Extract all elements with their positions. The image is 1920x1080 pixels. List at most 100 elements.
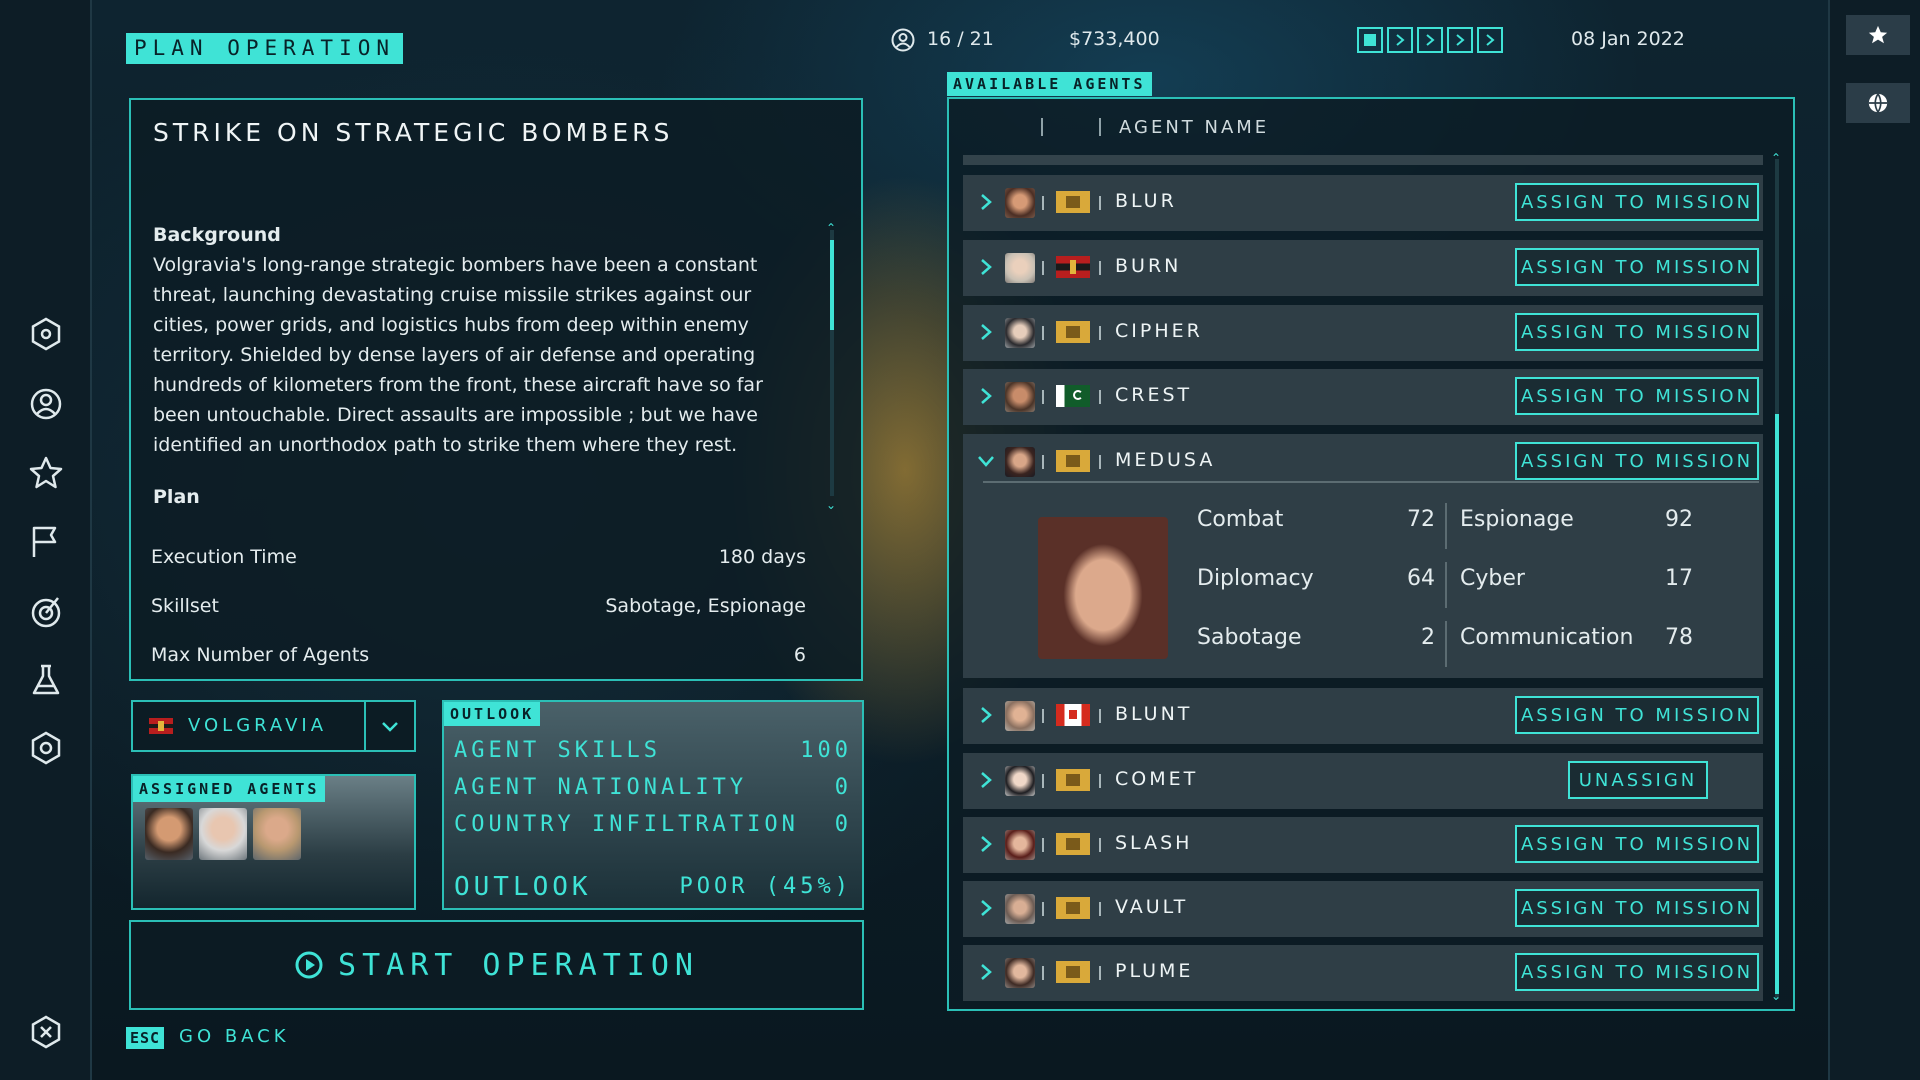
flag-icon[interactable] [26,522,66,562]
agent-portrait [1005,894,1035,924]
agent-row-comet[interactable]: COMET UNASSIGN [963,753,1763,809]
right-rail [1828,0,1920,1080]
expand-chevron-icon[interactable] [975,767,997,793]
agent-portrait [1005,701,1035,731]
country-select[interactable]: VOLGRAVIA [131,700,416,752]
divider [1042,838,1044,852]
expand-chevron-icon[interactable] [975,254,997,280]
info-value: 180 days [718,546,806,568]
scroll-down-icon[interactable]: ⌄ [1771,989,1781,1003]
assign-to-mission-button[interactable]: ASSIGN TO MISSION [1515,825,1759,863]
expand-chevron-icon[interactable] [975,319,997,345]
speed-1-button[interactable] [1387,27,1413,53]
play-icon [295,951,323,979]
agent-row-blunt[interactable]: BLUNT ASSIGN TO MISSION [963,688,1763,744]
stat-value: 72 [1407,507,1435,532]
page-title: PLAN OPERATION [126,33,404,64]
expand-chevron-icon[interactable] [975,702,997,728]
chevron-right-icon [1426,34,1435,46]
pause-icon [1364,34,1376,46]
background-heading: Background [153,224,281,246]
expand-chevron-icon[interactable] [975,831,997,857]
go-back-button[interactable]: GO BACK [179,1026,290,1047]
outlook-label: COUNTRY INFILTRATION [454,812,799,837]
column-header-agent-name[interactable]: AGENT NAME [1119,117,1269,138]
outlook-summary: OUTLOOK POOR (45%) [454,872,852,902]
unassign-button[interactable]: UNASSIGN [1568,761,1708,799]
mission-description[interactable]: Background Volgravia's long-range strate… [153,220,773,508]
agent-name: CIPHER [1115,320,1203,342]
info-label: Skillset [151,595,219,617]
expand-chevron-icon[interactable] [975,383,997,409]
agent-portrait [1005,382,1035,412]
divider [1042,455,1044,469]
speed-4-button[interactable] [1477,27,1503,53]
assign-to-mission-button[interactable]: ASSIGN TO MISSION [1515,953,1759,991]
assigned-agents-title: ASSIGNED AGENTS [133,776,326,802]
divider [1099,902,1101,916]
agent-details-medusa: Combat 72 Espionage 92 Diplomacy 64 Cybe… [963,481,1763,678]
divider [1099,709,1101,723]
assign-to-mission-button[interactable]: ASSIGN TO MISSION [1515,313,1759,351]
home-icon[interactable] [26,314,66,354]
list-header-bar [963,155,1763,165]
agent-row-medusa[interactable]: MEDUSA ASSIGN TO MISSION [963,434,1763,484]
expand-chevron-icon[interactable] [975,189,997,215]
expand-chevron-icon[interactable] [975,895,997,921]
assign-to-mission-button[interactable]: ASSIGN TO MISSION [1515,248,1759,286]
flag-icon [1056,450,1090,472]
settings-icon[interactable] [26,728,66,768]
target-icon[interactable] [26,591,66,631]
stat-divider [1445,562,1447,608]
plan-heading: Plan [153,486,200,508]
scroll-down-icon[interactable]: ⌄ [826,498,836,512]
stat-value: 64 [1407,566,1435,591]
divider [1042,774,1044,788]
expand-chevron-icon[interactable] [975,959,997,985]
favorites-star-button[interactable] [1846,15,1910,55]
info-value: 6 [793,644,806,666]
mission-title: STRIKE ON STRATEGIC BOMBERS [153,118,674,147]
mission-scrollbar-thumb[interactable] [830,240,834,330]
agent-row-blur[interactable]: BLUR ASSIGN TO MISSION [963,175,1763,231]
outlook-value: 0 [834,812,852,837]
agents-scrollbar-thumb[interactable] [1775,414,1779,994]
collapse-chevron-icon[interactable] [975,448,997,474]
research-flask-icon[interactable] [26,660,66,700]
assigned-agent-portrait[interactable] [253,808,301,860]
country-dropdown-toggle[interactable] [364,702,414,750]
agent-row-slash[interactable]: SLASH ASSIGN TO MISSION [963,817,1763,873]
assign-to-mission-button[interactable]: ASSIGN TO MISSION [1515,377,1759,415]
agents-icon[interactable] [26,384,66,424]
agent-portrait [1005,188,1035,218]
start-operation-button[interactable]: START OPERATION [129,920,864,1010]
stat-divider [1445,503,1447,549]
divider [1042,390,1044,404]
globe-button[interactable] [1846,83,1910,123]
speed-2-button[interactable] [1417,27,1443,53]
assign-to-mission-button[interactable]: ASSIGN TO MISSION [1515,183,1759,221]
star-icon[interactable] [26,453,66,493]
assign-to-mission-button[interactable]: ASSIGN TO MISSION [1515,889,1759,927]
agent-row-cipher[interactable]: CIPHER ASSIGN TO MISSION [963,305,1763,361]
info-max-agents: Max Number of Agents 6 [151,644,806,666]
exit-icon[interactable] [26,1012,66,1052]
assign-to-mission-button[interactable]: ASSIGN TO MISSION [1515,442,1759,480]
agent-name: PLUME [1115,960,1194,982]
left-nav-rail [0,0,92,1080]
agent-row-crest[interactable]: CREST ASSIGN TO MISSION [963,369,1763,425]
agent-row-plume[interactable]: PLUME ASSIGN TO MISSION [963,945,1763,1001]
funds: $733,400 [1069,28,1160,50]
agent-row-vault[interactable]: VAULT ASSIGN TO MISSION [963,881,1763,937]
assigned-agent-portrait[interactable] [145,808,193,860]
speed-3-button[interactable] [1447,27,1473,53]
assign-to-mission-button[interactable]: ASSIGN TO MISSION [1515,696,1759,734]
pause-button[interactable] [1357,27,1383,53]
agent-row-burn[interactable]: BURN ASSIGN TO MISSION [963,240,1763,296]
outlook-summary-label: OUTLOOK [454,872,592,902]
agents-scrollbar[interactable] [1775,159,1779,999]
agent-name: BURN [1115,255,1182,277]
assigned-agent-portrait[interactable] [199,808,247,860]
info-label: Execution Time [151,546,297,568]
mission-scrollbar[interactable] [830,230,834,496]
